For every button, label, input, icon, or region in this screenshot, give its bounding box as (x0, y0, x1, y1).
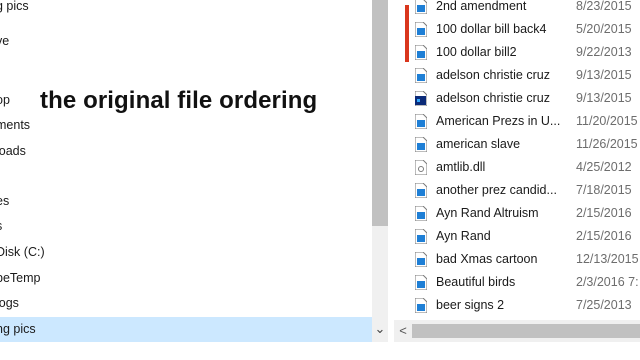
image-file-icon (415, 298, 427, 313)
nav-item-label: beTemp (0, 271, 41, 285)
file-name: Ayn Rand Altruism (436, 206, 539, 220)
file-date: 2/15/2016 (576, 229, 632, 243)
overlay-caption: the original file ordering (40, 87, 318, 114)
file-name: 100 dollar bill2 (436, 45, 517, 59)
image-file-icon (415, 206, 427, 221)
file-name: adelson christie cruz (436, 91, 550, 105)
file-row[interactable]: adelson christie cruz 9/13/2015 (394, 64, 640, 87)
image-file-icon (415, 68, 427, 83)
file-date: 12/13/2015 (576, 252, 639, 266)
file-name: Beautiful birds (436, 275, 516, 289)
nav-item[interactable]: loads (0, 139, 372, 164)
nav-item[interactable]: beTemp (0, 266, 372, 291)
image-file-icon (415, 183, 427, 198)
file-date: 7/25/2013 (576, 298, 632, 312)
file-name: bad Xmas cartoon (436, 252, 538, 266)
nav-item-label: Disk (C:) (0, 245, 45, 259)
scroll-down-icon[interactable]: ⌄ (372, 318, 388, 340)
file-date: 9/22/2013 (576, 45, 632, 59)
nav-item-label: s (0, 214, 2, 239)
scrollbar-thumb[interactable] (372, 0, 388, 226)
file-name: amtlib.dll (436, 160, 486, 174)
scrollbar-thumb[interactable] (412, 324, 640, 338)
file-row[interactable]: Ayn Rand 2/15/2016 (394, 225, 640, 248)
file-date: 2/3/2016 7: (576, 275, 639, 289)
file-list-horizontal-scrollbar[interactable]: < (394, 320, 640, 342)
nav-item[interactable]: g pics (0, 0, 372, 19)
image-file-icon (415, 229, 427, 244)
nav-item-label: loads (0, 144, 26, 158)
nav-item[interactable] (0, 63, 372, 88)
file-row[interactable]: beer signs 2 7/25/2013 (394, 294, 640, 317)
nav-item-label: op (0, 93, 10, 107)
nav-item-label: ments (0, 118, 31, 132)
file-date: 11/26/2015 (576, 137, 638, 151)
file-name: another prez candid... (436, 183, 557, 197)
image-file-icon (415, 137, 427, 152)
image-file-icon (415, 22, 427, 37)
file-date: 2/15/2016 (576, 206, 632, 220)
nav-item[interactable]: ve (0, 29, 372, 54)
file-row[interactable]: 100 dollar bill back4 5/20/2015 (394, 18, 640, 41)
file-date: 5/20/2015 (576, 22, 632, 36)
file-date: 4/25/2012 (576, 160, 632, 174)
image-file-icon (415, 252, 427, 267)
file-row[interactable]: adelson christie cruz 9/13/2015 (394, 87, 640, 110)
file-row[interactable]: bad Xmas cartoon 12/13/2015 (394, 248, 640, 271)
photoshop-file-icon (415, 91, 427, 106)
file-row[interactable]: American Prezs in U... 11/20/2015 (394, 110, 640, 133)
dll-file-icon (415, 160, 427, 175)
file-name: 2nd amendment (436, 0, 527, 13)
file-date: 9/13/2015 (576, 91, 632, 105)
image-file-icon (415, 0, 427, 14)
file-row[interactable]: amtlib.dll 4/25/2012 (394, 156, 640, 179)
file-name: adelson christie cruz (436, 68, 550, 82)
file-name: beer signs 2 (436, 298, 505, 312)
file-name: 100 dollar bill back4 (436, 22, 547, 36)
file-row[interactable]: american slave 11/26/2015 (394, 133, 640, 156)
file-row[interactable]: 100 dollar bill2 9/22/2013 (394, 41, 640, 64)
nav-item-label: ng pics (0, 322, 36, 336)
image-file-icon (415, 275, 427, 290)
nav-item-label: logs (0, 296, 19, 310)
nav-item[interactable]: es (0, 189, 372, 214)
nav-item-label: ve (0, 34, 10, 48)
nav-item[interactable]: s (0, 214, 372, 239)
nav-item[interactable]: ments (0, 113, 372, 138)
file-row[interactable]: Ayn Rand Altruism 2/15/2016 (394, 202, 640, 225)
navigation-pane: g pics ve op ments loads es s Disk (C:) … (0, 0, 372, 342)
file-date: 9/13/2015 (576, 68, 632, 82)
file-row[interactable]: Beautiful birds 2/3/2016 7: (394, 271, 640, 294)
file-row[interactable]: 2nd amendment 8/23/2015 (394, 0, 640, 18)
file-date: 11/20/2015 (576, 114, 638, 128)
file-date: 8/23/2015 (576, 0, 632, 13)
file-name: American Prezs in U... (436, 114, 561, 128)
nav-item-label: es (0, 194, 10, 208)
image-file-icon (415, 45, 427, 60)
image-file-icon (415, 114, 427, 129)
nav-item-selected[interactable]: ng pics (0, 317, 372, 342)
nav-vertical-scrollbar[interactable]: ⌄ (372, 0, 388, 342)
bottom-margin (0, 342, 640, 360)
file-row[interactable]: another prez candid... 7/18/2015 (394, 179, 640, 202)
nav-item[interactable]: logs (0, 291, 372, 316)
nav-item[interactable] (0, 164, 372, 189)
file-name: Ayn Rand (436, 229, 491, 243)
nav-item-label: g pics (0, 0, 29, 13)
file-list: 2nd amendment 8/23/2015 100 dollar bill … (394, 0, 640, 320)
scroll-left-icon[interactable]: < (394, 320, 412, 342)
file-date: 7/18/2015 (576, 183, 632, 197)
nav-item-local-disk[interactable]: Disk (C:) (0, 240, 372, 265)
file-name: american slave (436, 137, 521, 151)
